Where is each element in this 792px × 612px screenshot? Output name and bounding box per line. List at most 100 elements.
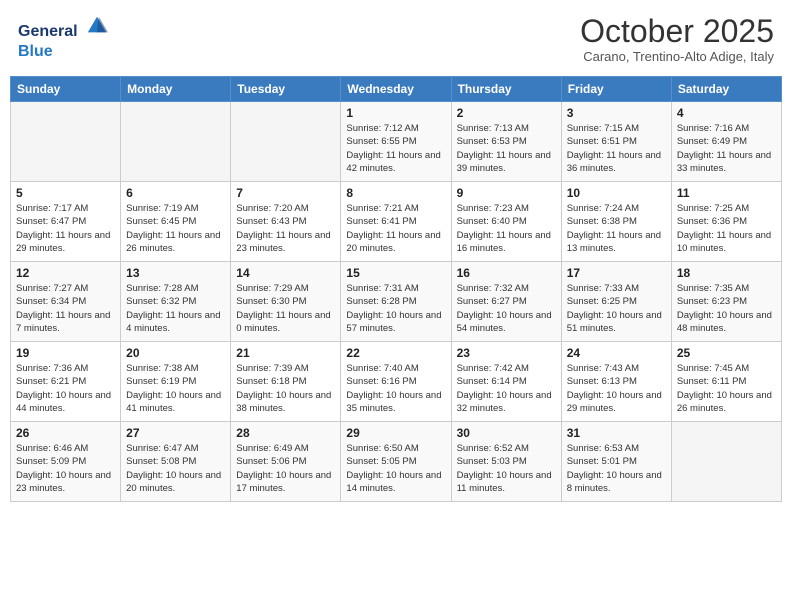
cell-info: Sunrise: 7:13 AMSunset: 6:53 PMDaylight:… bbox=[457, 122, 556, 175]
day-number: 13 bbox=[126, 266, 225, 280]
calendar-cell: 29Sunrise: 6:50 AMSunset: 5:05 PMDayligh… bbox=[341, 422, 451, 502]
calendar-cell: 15 Sunrise: 7:31 AMSunset: 6:28 PMDayligh… bbox=[341, 262, 451, 342]
calendar-cell bbox=[121, 102, 231, 182]
calendar-cell: 5 Sunrise: 7:17 AMSunset: 6:47 PMDaylight… bbox=[11, 182, 121, 262]
calendar-cell: 25Sunrise: 7:45 AMSunset: 6:11 PMDayligh… bbox=[671, 342, 781, 422]
calendar-cell: 8 Sunrise: 7:21 AMSunset: 6:41 PMDaylight… bbox=[341, 182, 451, 262]
cell-info: Sunrise: 7:39 AMSunset: 6:18 PMDaylight:… bbox=[236, 362, 335, 415]
day-number: 22 bbox=[346, 346, 445, 360]
cell-info: Sunrise: 7:29 AMSunset: 6:30 PMDaylight:… bbox=[236, 282, 335, 335]
day-number: 30 bbox=[457, 426, 556, 440]
calendar-cell: 14 Sunrise: 7:29 AMSunset: 6:30 PMDayligh… bbox=[231, 262, 341, 342]
cell-info: Sunrise: 7:40 AMSunset: 6:16 PMDaylight:… bbox=[346, 362, 445, 415]
day-number: 27 bbox=[126, 426, 225, 440]
calendar-cell: 20Sunrise: 7:38 AMSunset: 6:19 PMDayligh… bbox=[121, 342, 231, 422]
calendar-table: SundayMondayTuesdayWednesdayThursdayFrid… bbox=[10, 76, 782, 502]
cell-info: Sunrise: 6:46 AMSunset: 5:09 PMDaylight:… bbox=[16, 442, 115, 495]
logo-blue: Blue bbox=[18, 41, 108, 61]
calendar-cell: 12Sunrise: 7:27 AMSunset: 6:34 PMDayligh… bbox=[11, 262, 121, 342]
calendar-cell: 22 Sunrise: 7:40 AMSunset: 6:16 PMDayligh… bbox=[341, 342, 451, 422]
calendar-header-row: SundayMondayTuesdayWednesdayThursdayFrid… bbox=[11, 77, 782, 102]
cell-info: Sunrise: 7:31 AMSunset: 6:28 PMDaylight:… bbox=[346, 282, 445, 335]
day-number: 12 bbox=[16, 266, 115, 280]
cell-info: Sunrise: 7:25 AMSunset: 6:36 PMDaylight:… bbox=[677, 202, 776, 255]
day-number: 1 bbox=[346, 106, 445, 120]
day-number: 6 bbox=[126, 186, 225, 200]
day-number: 14 bbox=[236, 266, 335, 280]
column-header-monday: Monday bbox=[121, 77, 231, 102]
cell-info: Sunrise: 7:42 AMSunset: 6:14 PMDaylight:… bbox=[457, 362, 556, 415]
day-number: 9 bbox=[457, 186, 556, 200]
day-number: 11 bbox=[677, 186, 776, 200]
logo-icon bbox=[86, 14, 108, 36]
day-number: 8 bbox=[346, 186, 445, 200]
day-number: 26 bbox=[16, 426, 115, 440]
day-number: 4 bbox=[677, 106, 776, 120]
calendar-cell: 30 Sunrise: 6:52 AMSunset: 5:03 PMDayligh… bbox=[451, 422, 561, 502]
calendar-cell bbox=[671, 422, 781, 502]
cell-info: Sunrise: 7:23 AMSunset: 6:40 PMDaylight:… bbox=[457, 202, 556, 255]
calendar-cell: 27Sunrise: 6:47 AMSunset: 5:08 PMDayligh… bbox=[121, 422, 231, 502]
calendar-cell: 24Sunrise: 7:43 AMSunset: 6:13 PMDayligh… bbox=[561, 342, 671, 422]
calendar-body: 1 Sunrise: 7:12 AMSunset: 6:55 PMDaylight… bbox=[11, 102, 782, 502]
day-number: 3 bbox=[567, 106, 666, 120]
day-number: 17 bbox=[567, 266, 666, 280]
calendar-week-row: 5 Sunrise: 7:17 AMSunset: 6:47 PMDaylight… bbox=[11, 182, 782, 262]
calendar-cell: 21 Sunrise: 7:39 AMSunset: 6:18 PMDayligh… bbox=[231, 342, 341, 422]
day-number: 23 bbox=[457, 346, 556, 360]
calendar-cell: 19Sunrise: 7:36 AMSunset: 6:21 PMDayligh… bbox=[11, 342, 121, 422]
day-number: 15 bbox=[346, 266, 445, 280]
day-number: 31 bbox=[567, 426, 666, 440]
calendar-cell: 4 Sunrise: 7:16 AMSunset: 6:49 PMDaylight… bbox=[671, 102, 781, 182]
calendar-week-row: 26 Sunrise: 6:46 AMSunset: 5:09 PMDayligh… bbox=[11, 422, 782, 502]
calendar-cell: 18 Sunrise: 7:35 AMSunset: 6:23 PMDayligh… bbox=[671, 262, 781, 342]
logo: General Blue bbox=[18, 14, 108, 61]
calendar-cell: 13Sunrise: 7:28 AMSunset: 6:32 PMDayligh… bbox=[121, 262, 231, 342]
cell-info: Sunrise: 7:33 AMSunset: 6:25 PMDaylight:… bbox=[567, 282, 666, 335]
cell-info: Sunrise: 7:24 AMSunset: 6:38 PMDaylight:… bbox=[567, 202, 666, 255]
day-number: 28 bbox=[236, 426, 335, 440]
calendar-cell: 23 Sunrise: 7:42 AMSunset: 6:14 PMDayligh… bbox=[451, 342, 561, 422]
calendar-cell: 10Sunrise: 7:24 AMSunset: 6:38 PMDayligh… bbox=[561, 182, 671, 262]
cell-info: Sunrise: 6:49 AMSunset: 5:06 PMDaylight:… bbox=[236, 442, 335, 495]
day-number: 18 bbox=[677, 266, 776, 280]
calendar-cell: 9 Sunrise: 7:23 AMSunset: 6:40 PMDaylight… bbox=[451, 182, 561, 262]
cell-info: Sunrise: 7:35 AMSunset: 6:23 PMDaylight:… bbox=[677, 282, 776, 335]
page-header: General Blue October 2025 Carano, Trenti… bbox=[10, 10, 782, 68]
month-title: October 2025 bbox=[580, 14, 774, 49]
calendar-cell: 1 Sunrise: 7:12 AMSunset: 6:55 PMDaylight… bbox=[341, 102, 451, 182]
cell-info: Sunrise: 7:36 AMSunset: 6:21 PMDaylight:… bbox=[16, 362, 115, 415]
cell-info: Sunrise: 6:52 AMSunset: 5:03 PMDaylight:… bbox=[457, 442, 556, 495]
cell-info: Sunrise: 7:15 AMSunset: 6:51 PMDaylight:… bbox=[567, 122, 666, 175]
cell-info: Sunrise: 6:53 AMSunset: 5:01 PMDaylight:… bbox=[567, 442, 666, 495]
day-number: 5 bbox=[16, 186, 115, 200]
calendar-cell: 16 Sunrise: 7:32 AMSunset: 6:27 PMDayligh… bbox=[451, 262, 561, 342]
cell-info: Sunrise: 7:20 AMSunset: 6:43 PMDaylight:… bbox=[236, 202, 335, 255]
cell-info: Sunrise: 7:19 AMSunset: 6:45 PMDaylight:… bbox=[126, 202, 225, 255]
calendar-cell: 17 Sunrise: 7:33 AMSunset: 6:25 PMDayligh… bbox=[561, 262, 671, 342]
calendar-cell: 2 Sunrise: 7:13 AMSunset: 6:53 PMDaylight… bbox=[451, 102, 561, 182]
calendar-week-row: 1 Sunrise: 7:12 AMSunset: 6:55 PMDaylight… bbox=[11, 102, 782, 182]
cell-info: Sunrise: 7:21 AMSunset: 6:41 PMDaylight:… bbox=[346, 202, 445, 255]
calendar-cell: 6 Sunrise: 7:19 AMSunset: 6:45 PMDaylight… bbox=[121, 182, 231, 262]
calendar-cell: 31 Sunrise: 6:53 AMSunset: 5:01 PMDayligh… bbox=[561, 422, 671, 502]
cell-info: Sunrise: 7:32 AMSunset: 6:27 PMDaylight:… bbox=[457, 282, 556, 335]
cell-info: Sunrise: 7:45 AMSunset: 6:11 PMDaylight:… bbox=[677, 362, 776, 415]
cell-info: Sunrise: 7:12 AMSunset: 6:55 PMDaylight:… bbox=[346, 122, 445, 175]
calendar-week-row: 19Sunrise: 7:36 AMSunset: 6:21 PMDayligh… bbox=[11, 342, 782, 422]
day-number: 21 bbox=[236, 346, 335, 360]
calendar-cell: 7Sunrise: 7:20 AMSunset: 6:43 PMDaylight… bbox=[231, 182, 341, 262]
day-number: 16 bbox=[457, 266, 556, 280]
column-header-saturday: Saturday bbox=[671, 77, 781, 102]
location-subtitle: Carano, Trentino-Alto Adige, Italy bbox=[580, 49, 774, 64]
day-number: 2 bbox=[457, 106, 556, 120]
calendar-cell: 3 Sunrise: 7:15 AMSunset: 6:51 PMDaylight… bbox=[561, 102, 671, 182]
calendar-cell: 11 Sunrise: 7:25 AMSunset: 6:36 PMDayligh… bbox=[671, 182, 781, 262]
logo-general: General bbox=[18, 14, 108, 41]
day-number: 20 bbox=[126, 346, 225, 360]
day-number: 24 bbox=[567, 346, 666, 360]
calendar-cell bbox=[11, 102, 121, 182]
cell-info: Sunrise: 7:16 AMSunset: 6:49 PMDaylight:… bbox=[677, 122, 776, 175]
column-header-thursday: Thursday bbox=[451, 77, 561, 102]
cell-info: Sunrise: 7:17 AMSunset: 6:47 PMDaylight:… bbox=[16, 202, 115, 255]
